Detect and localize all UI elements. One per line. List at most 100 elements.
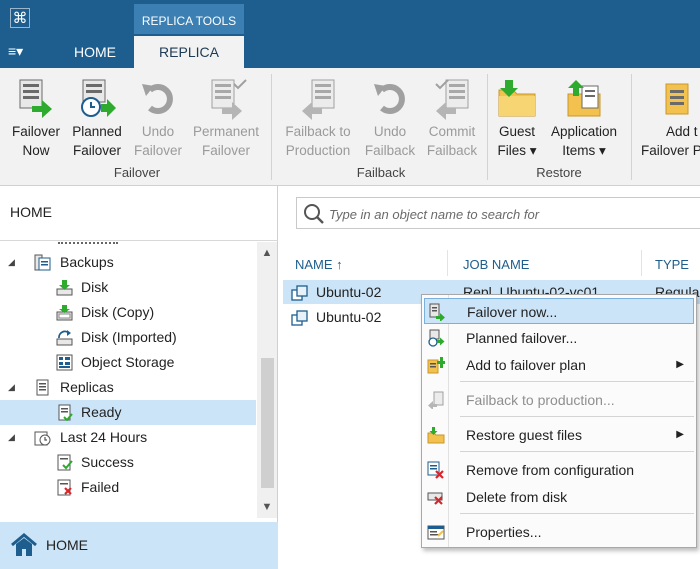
scrollbar-thumb[interactable] [261,358,274,488]
planned-failover-button[interactable]: Planned Failover [66,72,128,162]
replicas-icon [34,379,51,396]
tree-item-ready[interactable]: Ready [0,400,256,425]
undo-icon [368,76,412,120]
expand-arrow-icon[interactable]: ◢ [8,250,18,275]
failover-now-icon [428,303,446,322]
commit-failback-button[interactable]: Commit Failback [422,72,482,162]
tree-scrollbar[interactable]: ▲ ▼ [257,242,277,518]
menu-item-add-to-failover-plan[interactable]: Add to failover plan ▶ [424,352,694,378]
add-to-failover-plan-button[interactable]: Add t Failover P [640,72,700,162]
failover-now-button[interactable]: Failover Now [8,72,64,162]
application-items-button[interactable]: Application Items ▾ [544,72,624,162]
expand-arrow-icon[interactable]: ◢ [8,375,18,400]
add-to-plan-icon [662,76,700,120]
application-items-icon [562,76,606,120]
ribbon-separator [271,74,272,180]
tree-item-disk[interactable]: Disk [0,275,256,300]
tab-home[interactable]: HOME [58,36,132,68]
navigation-pane: HOME ◢ Backups Disk Disk (Copy) Disk (Im… [0,186,278,569]
menu-item-delete-from-disk[interactable]: Delete from disk [424,484,694,510]
vm-replica-icon [291,284,309,301]
home-icon [10,533,38,557]
disk-imported-icon [56,329,73,346]
menu-separator [460,451,694,452]
tree-item-disk-copy[interactable]: Disk (Copy) [0,300,256,325]
veeam-logo-icon[interactable]: ⌘ [10,8,30,28]
nav-pane-title: HOME [10,204,52,220]
scroll-up-icon[interactable]: ▲ [257,244,277,262]
ribbon-group-label-failback: Failback [356,165,406,180]
guest-files-icon [495,76,539,120]
backups-icon [34,254,51,271]
failback-icon [427,391,445,410]
submenu-arrow-icon: ▶ [676,359,684,370]
tree-item-disk-imported[interactable]: Disk (Imported) [0,325,256,350]
planned-failover-icon [427,329,445,347]
clipped-tree-row [58,242,118,244]
restore-guest-files-icon [427,426,445,444]
ribbon-separator [487,74,488,180]
ribbon-separator [631,74,632,180]
planned-failover-icon [75,76,119,120]
search-box[interactable] [296,197,700,229]
permanent-failover-button[interactable]: Permanent Failover [188,72,264,162]
column-header-name[interactable]: NAME ↑ [295,257,343,272]
ribbon: Failover Now Planned Failover Undo Failo… [0,68,700,186]
failback-icon [296,76,340,120]
scroll-down-icon[interactable]: ▼ [257,498,277,516]
undo-icon [136,76,180,120]
context-menu: Failover now... Planned failover... Add … [421,294,697,548]
title-bar: ⌘ REPLICA TOOLS ≡▾ HOME REPLICA [0,0,700,68]
tree-item-failed[interactable]: Failed [0,475,256,500]
nav-home-button[interactable]: HOME [0,522,278,569]
menu-separator [460,381,694,382]
search-input[interactable] [329,204,689,224]
disk-copy-icon [56,304,73,321]
divider [0,240,278,241]
tree-item-success[interactable]: Success [0,450,256,475]
disk-icon [56,279,73,296]
ribbon-group-label-failover: Failover [113,165,161,180]
menu-separator [460,416,694,417]
column-separator[interactable] [641,250,642,276]
search-icon [303,203,325,225]
vm-replica-icon [291,309,309,326]
permanent-failover-icon [204,76,248,120]
tree-item-last-24-hours[interactable]: ◢ Last 24 Hours [0,425,256,450]
main-menu-button[interactable]: ≡▾ [8,40,44,62]
guest-files-button[interactable]: Guest Files ▾ [492,72,542,162]
column-separator[interactable] [447,250,448,276]
last-24-hours-icon [34,429,51,446]
ready-icon [56,404,73,422]
menu-item-planned-failover[interactable]: Planned failover... [424,325,694,351]
add-to-plan-icon [427,356,445,374]
inventory-tree: ◢ Backups Disk Disk (Copy) Disk (Importe… [0,242,256,518]
menu-item-remove-from-configuration[interactable]: Remove from configuration [424,457,694,483]
menu-item-failback-to-production[interactable]: Failback to production... [424,387,694,413]
context-tab-group-label: REPLICA TOOLS [134,4,244,34]
failed-icon [56,479,73,496]
tree-item-backups[interactable]: ◢ Backups [0,250,256,275]
tree-item-object-storage[interactable]: Object Storage [0,350,256,375]
submenu-arrow-icon: ▶ [676,429,684,440]
success-icon [56,454,73,471]
commit-failback-icon [430,76,474,120]
ribbon-group-label-restore: Restore [536,165,582,180]
menu-separator [460,513,694,514]
menu-item-properties[interactable]: Properties... [424,519,694,545]
failover-now-icon [14,76,58,120]
expand-arrow-icon[interactable]: ◢ [8,425,18,450]
tab-replica[interactable]: REPLICA [134,36,244,68]
delete-icon [427,488,445,506]
column-header-type[interactable]: TYPE [655,257,689,272]
column-header-job-name[interactable]: JOB NAME [463,257,529,272]
object-storage-icon [56,354,73,371]
menu-item-failover-now[interactable]: Failover now... [424,298,694,324]
properties-icon [427,523,445,541]
tree-item-replicas[interactable]: ◢ Replicas [0,375,256,400]
menu-item-restore-guest-files[interactable]: Restore guest files ▶ [424,422,694,448]
remove-icon [427,461,445,479]
undo-failback-button[interactable]: Undo Failback [360,72,420,162]
failback-to-production-button[interactable]: Failback to Production [278,72,358,162]
undo-failover-button[interactable]: Undo Failover [130,72,186,162]
